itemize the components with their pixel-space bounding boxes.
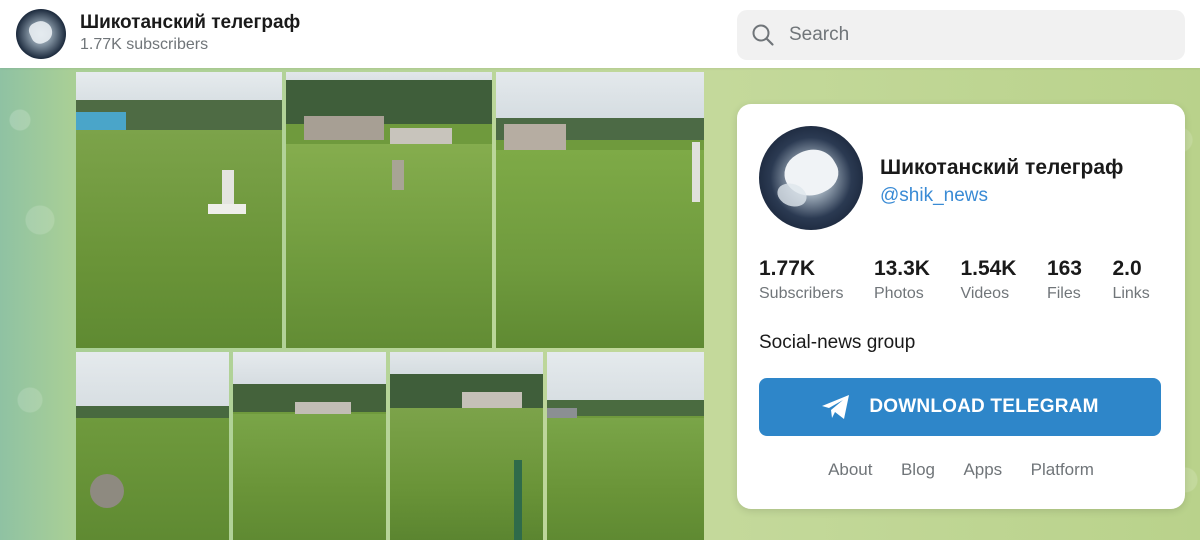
stat-value: 13.3K: [873, 257, 930, 280]
stat-subscribers[interactable]: 1.77K Subscribers: [759, 256, 843, 306]
photo-5[interactable]: [233, 352, 386, 540]
channel-handle-link[interactable]: @shik_news: [880, 185, 988, 207]
search-input[interactable]: Search: [737, 10, 1185, 60]
channel-stats: 1.77K Subscribers 13.3K Photos 1.54K Vid…: [759, 256, 1169, 306]
stat-label: Files: [1046, 285, 1081, 302]
channel-title[interactable]: Шикотанский телеграф: [80, 12, 300, 34]
footer-link-blog[interactable]: Blog: [901, 460, 935, 480]
photo-3[interactable]: [496, 72, 704, 348]
stat-files[interactable]: 163 Files: [1047, 256, 1082, 306]
stat-links[interactable]: 2.0 Links: [1112, 256, 1149, 306]
header-titles: Шикотанский телеграф 1.77K subscribers: [80, 12, 300, 56]
photo-7[interactable]: [547, 352, 704, 540]
stat-value: 2.0: [1112, 257, 1142, 280]
channel-info-card: Шикотанский телеграф @shik_news 1.77K Su…: [737, 104, 1185, 509]
photo-2[interactable]: [286, 72, 492, 348]
stat-label: Links: [1112, 285, 1150, 302]
photo-1[interactable]: [76, 72, 282, 348]
photo-4[interactable]: [76, 352, 229, 540]
stat-label: Videos: [960, 285, 1010, 302]
download-telegram-button[interactable]: DOWNLOAD TELEGRAM: [759, 378, 1161, 436]
photo-album: [76, 72, 704, 540]
stat-videos[interactable]: 1.54K Videos: [960, 256, 1016, 306]
photo-6[interactable]: [390, 352, 543, 540]
channel-avatar[interactable]: [16, 9, 66, 59]
footer-link-about[interactable]: About: [828, 460, 872, 480]
stat-value: 163: [1046, 257, 1082, 280]
stat-label: Subscribers: [759, 285, 844, 302]
channel-description: Social-news group: [759, 332, 916, 353]
card-channel-name: Шикотанский телеграф: [880, 156, 1124, 179]
telegram-plane-icon: [821, 394, 851, 420]
subscriber-count: 1.77K subscribers: [80, 36, 209, 53]
stat-value: 1.54K: [960, 257, 1017, 280]
channel-avatar-large: [759, 126, 863, 230]
download-button-label: DOWNLOAD TELEGRAM: [869, 396, 1099, 417]
footer-link-apps[interactable]: Apps: [963, 460, 1002, 480]
channel-header: Шикотанский телеграф 1.77K subscribers S…: [0, 0, 1200, 68]
footer-link-platform[interactable]: Platform: [1031, 460, 1094, 480]
search-icon: [751, 23, 775, 47]
search-placeholder: Search: [789, 24, 850, 45]
stat-photos[interactable]: 13.3K Photos: [874, 256, 930, 306]
stat-value: 1.77K: [759, 257, 816, 280]
stat-label: Photos: [873, 285, 924, 302]
footer-links: About Blog Apps Platform: [737, 460, 1185, 480]
